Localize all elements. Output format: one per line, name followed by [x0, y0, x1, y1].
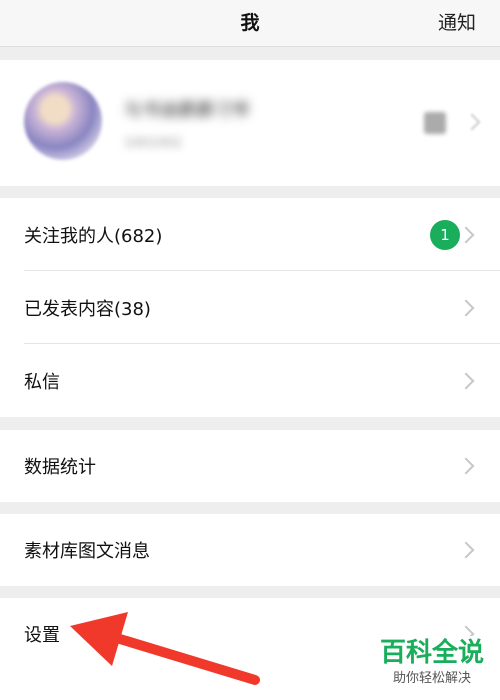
chevron-right-icon [457, 299, 475, 316]
watermark-logo: 百科全说 助你轻松解决 [372, 636, 492, 694]
menu-item-published[interactable]: 已发表内容(38) [0, 271, 500, 344]
notify-button[interactable]: 通知 [438, 0, 476, 46]
menu-item-label: 私信 [24, 371, 60, 393]
menu-item-statistics[interactable]: 数据统计 [0, 430, 500, 502]
watermark-sub: 助你轻松解决 [392, 671, 471, 686]
menu-item-messages[interactable]: 私信 [0, 344, 500, 417]
menu-item-label: 设置 [24, 625, 60, 646]
menu-item-label: 数据统计 [24, 457, 96, 478]
top-bar: 我 通知 [0, 0, 500, 47]
menu-item-materials[interactable]: 素材库图文消息 [0, 514, 500, 586]
watermark-main: 百科全说 [379, 638, 484, 668]
menu-item-label: 关注我的人(682) [24, 225, 163, 247]
unread-badge: 1 [430, 219, 460, 250]
menu-item-followers[interactable]: 关注我的人(682) 1 [0, 198, 500, 271]
page-title: 我 [240, 12, 260, 34]
menu-item-label: 素材库图文消息 [24, 541, 150, 562]
profile-sub: 1001002 [124, 136, 182, 151]
menu-group-2: 数据统计 [0, 430, 500, 502]
chevron-right-icon [457, 226, 475, 243]
qr-code-icon[interactable] [424, 112, 446, 134]
avatar[interactable] [24, 82, 102, 160]
chevron-right-icon [457, 372, 475, 389]
chevron-right-icon [457, 457, 475, 475]
menu-group-3: 素材库图文消息 [0, 514, 500, 586]
chevron-right-icon [457, 541, 475, 559]
menu-item-label: 已发表内容(38) [24, 298, 151, 320]
profile-name: 与书迪爵爵刁爷 [124, 100, 250, 121]
menu-group-1: 关注我的人(682) 1 已发表内容(38) 私信 [0, 198, 500, 417]
